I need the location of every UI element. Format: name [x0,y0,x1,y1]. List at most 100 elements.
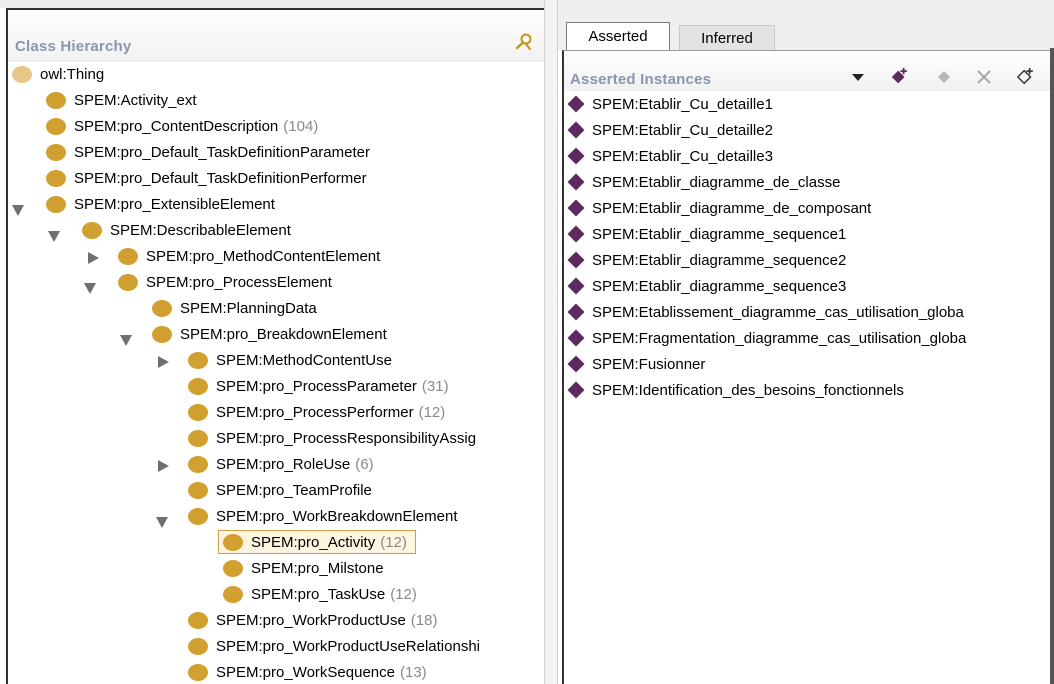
tree-node-work-product-use-relationship[interactable]: SPEM:pro_WorkProductUseRelationshi [188,634,480,658]
delete-instance-icon[interactable] [974,66,994,88]
tree-node-label: SPEM:PlanningData [180,299,317,317]
asserted-instances-title: Asserted Instances [570,71,712,88]
class-hierarchy-header: Class Hierarchy [8,10,544,62]
add-instance-icon[interactable] [890,66,910,88]
list-item[interactable]: SPEM:Etablissement_diagramme_cas_utilisa… [567,299,964,325]
instance-diamond-icon [567,121,585,139]
list-item[interactable]: SPEM:Etablir_diagramme_sequence1 [567,221,847,247]
class-circle-icon [46,195,66,213]
instance-diamond-icon [567,147,585,165]
list-item[interactable]: SPEM:Fragmentation_diagramme_cas_utilisa… [567,325,967,351]
tree-node-content-description[interactable]: SPEM:pro_ContentDescription (104) [46,114,318,138]
tab-asserted[interactable]: Asserted [566,22,670,50]
tree-node-method-content-element[interactable]: SPEM:pro_MethodContentElement [118,244,380,268]
list-item[interactable]: SPEM:Etablir_Cu_detaille3 [567,143,773,169]
tree-node-default-taskdefinitionparameter[interactable]: SPEM:pro_Default_TaskDefinitionParameter [46,140,370,164]
class-circle-icon [188,455,208,473]
class-circle-icon [188,481,208,499]
tree-node-task-use[interactable]: SPEM:pro_TaskUse (12) [223,582,417,606]
instance-diamond-icon [567,303,585,321]
collapse-arrow-icon[interactable] [120,335,132,346]
collapse-arrow-icon[interactable] [156,517,168,528]
list-item[interactable]: SPEM:Etablir_diagramme_de_composant [567,195,871,221]
instance-label: SPEM:Etablir_Cu_detaille1 [592,95,773,113]
tree-node-label: SPEM:pro_ExtensibleElement [74,195,275,213]
tree-node-process-element[interactable]: SPEM:pro_ProcessElement [118,270,332,294]
tree-node-label: SPEM:pro_WorkProductUseRelationshi [216,637,481,655]
tree-node-label: SPEM:DescribableElement [110,221,291,239]
list-item[interactable]: SPEM:Etablir_diagramme_sequence3 [567,273,847,299]
duplicate-instance-icon[interactable] [934,66,954,88]
tree-node-default-taskdefinitionperformer[interactable]: SPEM:pro_Default_TaskDefinitionPerformer [46,166,367,190]
tree-node-process-responsibility-assignment[interactable]: SPEM:pro_ProcessResponsibilityAssig [188,426,476,450]
class-circle-icon [152,325,172,343]
tree-node-planning-data[interactable]: SPEM:PlanningData [152,296,317,320]
instance-label: SPEM:Etablir_diagramme_sequence3 [592,277,847,295]
class-circle-icon [46,143,66,161]
tree-node-label: SPEM:pro_TaskUse [251,585,386,603]
tree-node-label: SPEM:pro_RoleUse [216,455,351,473]
class-circle-icon [188,351,208,369]
tree-node-work-sequence[interactable]: SPEM:pro_WorkSequence (13) [188,660,427,684]
rename-instance-icon[interactable] [1016,66,1036,88]
tree-node-owl-thing[interactable]: owl:Thing [12,62,104,86]
tree-node-describable-element[interactable]: SPEM:DescribableElement [82,218,291,242]
collapse-arrow-icon[interactable] [12,205,24,216]
instance-count: (13) [399,663,427,681]
class-circle-icon [188,611,208,629]
tab-inferred[interactable]: Inferred [679,25,775,50]
instance-diamond-icon [567,381,585,399]
list-item[interactable]: SPEM:Etablir_Cu_detaille2 [567,117,773,143]
instances-area: Asserted Inferred Asserted Instances SPE… [558,8,1054,684]
class-circle-icon [223,559,243,577]
instance-diamond-icon [567,329,585,347]
instance-diamond-icon [567,95,585,113]
tree-node-activity-ext[interactable]: SPEM:Activity_ext [46,88,197,112]
tree-node-method-content-use[interactable]: SPEM:MethodContentUse [188,348,392,372]
class-circle-icon [188,429,208,447]
find-person-icon[interactable] [514,32,534,52]
expand-arrow-icon[interactable] [158,356,169,368]
tree-node-label: SPEM:pro_MethodContentElement [146,247,381,265]
class-circle-icon [188,403,208,421]
split-pane-divider[interactable] [544,0,558,684]
expand-arrow-icon[interactable] [88,252,99,264]
instance-label: SPEM:Fragmentation_diagramme_cas_utilisa… [592,329,967,347]
protege-window: Class Hierarchy owl:Thing SPEM:Activity_… [0,0,1054,684]
tree-node-breakdown-element[interactable]: SPEM:pro_BreakdownElement [152,322,387,346]
tree-node-role-use[interactable]: SPEM:pro_RoleUse (6) [188,452,374,476]
tree-node-process-performer[interactable]: SPEM:pro_ProcessPerformer (12) [188,400,445,424]
instance-diamond-icon [567,199,585,217]
list-item[interactable]: SPEM:Etablir_diagramme_de_classe [567,169,840,195]
tree-node-pro-activity[interactable]: SPEM:pro_Activity (12) [218,530,416,554]
list-item[interactable]: SPEM:Etablir_Cu_detaille1 [567,91,773,117]
tree-node-label: SPEM:pro_Activity [251,533,376,551]
tree-node-extensible-element[interactable]: SPEM:pro_ExtensibleElement [46,192,275,216]
tree-node-label: SPEM:pro_WorkBreakdownElement [216,507,458,525]
tree-node-label: SPEM:pro_Default_TaskDefinitionParameter [74,143,370,161]
tree-node-label: SPEM:pro_ProcessPerformer [216,403,414,421]
instance-count: (12) [390,585,417,603]
class-circle-icon [118,247,138,265]
dropdown-arrow-icon[interactable] [848,66,868,88]
list-item[interactable]: SPEM:Etablir_diagramme_sequence2 [567,247,846,273]
instance-label: SPEM:Etablir_diagramme_sequence1 [592,225,847,243]
tree-node-work-product-use[interactable]: SPEM:pro_WorkProductUse (18) [188,608,437,632]
tree-node-label: SPEM:pro_WorkSequence [216,663,395,681]
tree-node-label: SPEM:pro_ProcessElement [146,273,332,291]
tree-node-process-parameter[interactable]: SPEM:pro_ProcessParameter (31) [188,374,449,398]
list-item[interactable]: SPEM:Identification_des_besoins_fonction… [567,377,904,403]
window-top-bar [0,0,1054,8]
collapse-arrow-icon[interactable] [48,231,60,242]
list-item[interactable]: SPEM:Fusionner [567,351,705,377]
instance-count: (104) [283,117,319,135]
instance-diamond-icon [567,225,585,243]
expand-arrow-icon[interactable] [158,460,169,472]
instance-count: (31) [421,377,449,395]
tree-node-team-profile[interactable]: SPEM:pro_TeamProfile [188,478,372,502]
class-circle-icon [188,663,208,681]
tree-node-work-breakdown-element[interactable]: SPEM:pro_WorkBreakdownElement [188,504,458,528]
tree-node-label: SPEM:pro_TeamProfile [216,481,372,499]
collapse-arrow-icon[interactable] [84,283,96,294]
tree-node-milstone[interactable]: SPEM:pro_Milstone [223,556,384,580]
